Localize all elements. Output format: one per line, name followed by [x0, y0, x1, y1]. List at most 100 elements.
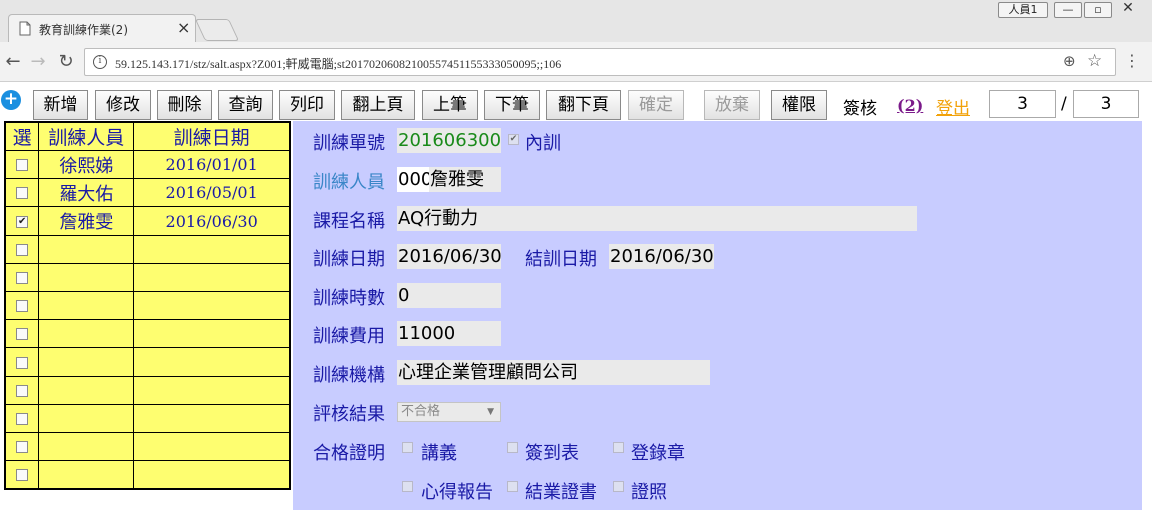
table-row[interactable]: 徐熙娣 2016/01/01: [4, 149, 291, 180]
row-checkbox[interactable]: [16, 441, 29, 454]
row-checkbox[interactable]: [16, 356, 29, 369]
cert-license-checkbox[interactable]: [613, 481, 624, 492]
prev-page-button[interactable]: 翻上頁: [341, 90, 415, 120]
row-checkbox[interactable]: [16, 187, 29, 200]
hours-label: 訓練時數: [313, 288, 385, 309]
next-page-button[interactable]: 翻下頁: [546, 90, 621, 120]
browser-toolbar: ← → ↻ i 59.125.143.171/stz/salt.aspx?Z00…: [0, 42, 1152, 82]
training-date-cell[interactable]: 2016/06/30: [133, 206, 291, 236]
query-button[interactable]: 查詢: [218, 90, 273, 120]
row-checkbox[interactable]: [16, 328, 29, 341]
info-icon[interactable]: i: [93, 55, 107, 69]
cert-handout-checkbox[interactable]: [402, 442, 413, 453]
training-date-label: 訓練日期: [313, 249, 385, 270]
organization-field[interactable]: 心理企業管理顧問公司: [397, 360, 710, 385]
zoom-icon[interactable]: ⊕: [1063, 52, 1076, 70]
menu-icon[interactable]: ⋮: [1124, 51, 1140, 70]
cert-completion-checkbox[interactable]: [507, 481, 518, 492]
cert-license-label: 證照: [631, 482, 667, 503]
certificate-label: 合格證明: [313, 443, 385, 464]
row-checkbox[interactable]: ✔: [16, 215, 29, 228]
training-date-cell[interactable]: 2016/01/01: [133, 149, 291, 180]
maximize-icon[interactable]: ▫: [1084, 2, 1112, 18]
table-row[interactable]: [4, 403, 291, 434]
window-close-icon[interactable]: ✕: [1114, 1, 1142, 18]
prev-record-button[interactable]: 上筆: [422, 90, 478, 120]
confirm-button[interactable]: 確定: [628, 90, 684, 120]
sign-off-label: 簽核: [843, 99, 877, 119]
trainee-name-cell[interactable]: 詹雅雯: [38, 206, 135, 236]
table-row[interactable]: ✔ 詹雅雯 2016/06/30: [4, 206, 291, 236]
new-tab-button[interactable]: [194, 19, 240, 41]
address-bar[interactable]: i 59.125.143.171/stz/salt.aspx?Z001;軒威電腦…: [84, 48, 1116, 76]
table-row[interactable]: [4, 262, 291, 293]
table-row[interactable]: [4, 432, 291, 462]
trainee-name-cell[interactable]: 徐熙娣: [38, 149, 135, 180]
course-label: 課程名稱: [313, 211, 385, 232]
tab-title: 教育訓練作業(2): [39, 23, 128, 37]
row-checkbox[interactable]: [16, 271, 29, 284]
training-date-cell[interactable]: 2016/05/01: [133, 178, 291, 208]
minimize-icon[interactable]: —: [1054, 2, 1082, 18]
page-current-input[interactable]: 3: [989, 90, 1056, 118]
cert-handout-label: 講義: [421, 443, 457, 464]
course-field[interactable]: AQ行動力: [397, 206, 917, 231]
trainee-list-table: 選 訓練人員 訓練日期 徐熙娣 2016/01/01 羅大佑 2016/05/0…: [4, 121, 291, 490]
edit-button[interactable]: 修改: [95, 90, 151, 120]
print-button[interactable]: 列印: [279, 90, 335, 120]
reload-icon[interactable]: ↻: [56, 51, 76, 72]
cert-report-checkbox[interactable]: [402, 481, 413, 492]
table-row[interactable]: [4, 291, 291, 321]
cancel-button[interactable]: 放棄: [704, 90, 760, 120]
sign-off-count-link[interactable]: (2): [897, 96, 923, 115]
permission-button[interactable]: 權限: [771, 90, 827, 120]
order-no-field[interactable]: 20160630001: [397, 128, 501, 153]
add-circle-icon[interactable]: +: [1, 90, 21, 110]
table-row[interactable]: [4, 347, 291, 377]
trainee-label: 訓練人員: [313, 172, 385, 193]
cert-signin-checkbox[interactable]: [507, 442, 518, 453]
row-checkbox[interactable]: [16, 469, 29, 482]
detail-form-panel: 訓練單號 20160630001 ✔ 內訓 訓練人員 000 詹雅雯 課程名稱 …: [293, 121, 1142, 510]
row-checkbox[interactable]: [16, 412, 29, 425]
chevron-down-icon: ▼: [487, 407, 494, 417]
next-record-button[interactable]: 下筆: [484, 90, 540, 120]
add-button[interactable]: 新增: [33, 90, 88, 120]
table-row[interactable]: [4, 319, 291, 349]
delete-button[interactable]: 刪除: [157, 90, 212, 120]
hours-field[interactable]: 0: [397, 283, 501, 308]
training-date-field[interactable]: 2016/06/30: [397, 244, 501, 269]
row-checkbox[interactable]: [16, 243, 29, 256]
back-icon[interactable]: ←: [3, 51, 23, 72]
cert-stamp-checkbox[interactable]: [613, 442, 624, 453]
trainee-name-cell[interactable]: 羅大佑: [38, 178, 135, 208]
close-icon[interactable]: ×: [177, 18, 190, 37]
user-badge[interactable]: 人員1: [998, 2, 1048, 18]
table-row[interactable]: [4, 375, 291, 405]
internal-training-checkbox[interactable]: ✔: [508, 134, 519, 145]
app-toolbar: + 新增 修改 刪除 查詢 列印 翻上頁 上筆 下筆 翻下頁 確定 放棄 權限 …: [0, 84, 1152, 120]
star-icon[interactable]: ☆: [1087, 51, 1102, 71]
row-checkbox[interactable]: [16, 384, 29, 397]
cost-field[interactable]: 11000: [397, 321, 501, 346]
row-checkbox[interactable]: [16, 159, 29, 172]
tab-active[interactable]: 教育訓練作業(2) ×: [8, 14, 196, 42]
trainee-code-field[interactable]: 000: [397, 167, 429, 192]
evaluation-select-value: 不合格: [401, 404, 441, 419]
cert-completion-label: 結業證書: [525, 482, 597, 503]
end-date-label: 結訓日期: [525, 249, 597, 270]
table-row[interactable]: [4, 234, 291, 264]
table-row[interactable]: [4, 460, 291, 490]
url-text[interactable]: 59.125.143.171/stz/salt.aspx?Z001;軒威電腦;s…: [115, 55, 561, 72]
table-row[interactable]: 羅大佑 2016/05/01: [4, 178, 291, 208]
cert-signin-label: 簽到表: [525, 443, 579, 464]
forward-icon[interactable]: →: [28, 51, 48, 72]
evaluation-select[interactable]: 不合格 ▼: [397, 402, 501, 422]
page-icon: [19, 21, 31, 36]
logout-link[interactable]: 登出: [936, 94, 970, 119]
row-checkbox[interactable]: [16, 300, 29, 313]
cert-stamp-label: 登錄章: [631, 443, 685, 464]
organization-label: 訓練機構: [313, 365, 385, 386]
cost-label: 訓練費用: [313, 326, 385, 347]
end-date-field[interactable]: 2016/06/30: [609, 244, 714, 269]
